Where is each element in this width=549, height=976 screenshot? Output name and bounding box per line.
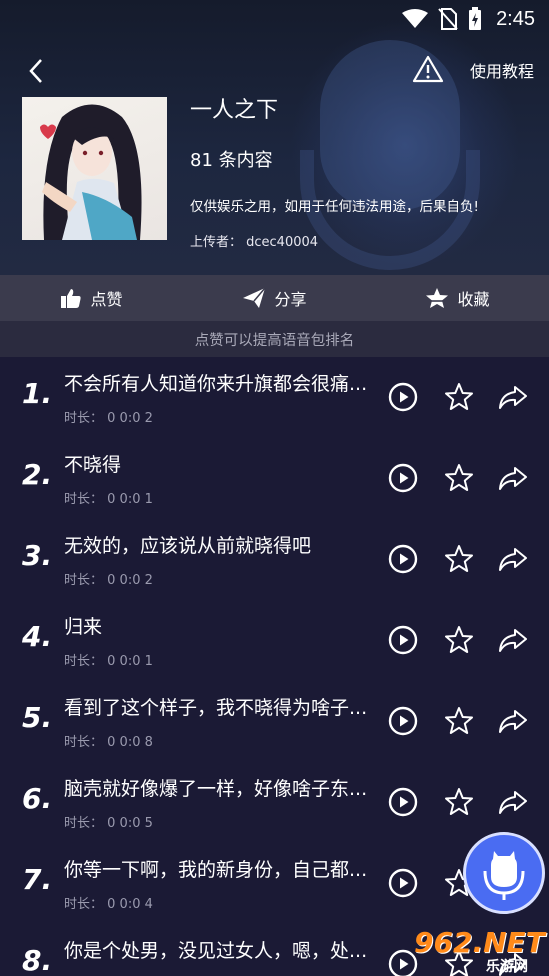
collect-label: 收藏 xyxy=(457,290,490,309)
cover-illustration xyxy=(40,104,142,240)
item-number: 3. xyxy=(22,539,53,572)
pack-title: 一人之下 xyxy=(190,98,279,123)
top-bar: 使用教程 xyxy=(0,48,549,92)
share-arrow-icon[interactable] xyxy=(497,382,529,412)
clock: 2:45 xyxy=(496,7,535,30)
duration-label: 时长： xyxy=(64,654,104,669)
favorite-star-icon[interactable] xyxy=(444,463,474,493)
pack-count: 81 条内容 xyxy=(190,150,273,171)
item-title: 你是个处男，没见过女人，嗯，处... xyxy=(64,940,368,962)
tutorial-link[interactable]: 使用教程 xyxy=(470,58,534,82)
voice-item[interactable]: 4. 归来 时长： 0 0:0 1 xyxy=(0,600,549,681)
item-duration: 时长： 0 0:0 4 xyxy=(64,893,153,912)
favorite-star-icon[interactable] xyxy=(444,706,474,736)
item-title: 你等一下啊，我的新身份，自己都... xyxy=(64,859,368,881)
play-icon[interactable] xyxy=(388,868,418,898)
microphone-icon xyxy=(483,851,525,900)
collect-button[interactable]: 收藏 xyxy=(366,275,549,321)
item-title: 脑壳就好像爆了一样，好像啥子东... xyxy=(64,778,368,800)
voice-pack-cover xyxy=(22,97,167,240)
ranking-hint: 点赞可以提高语音包排名 xyxy=(0,321,549,357)
duration-value: 0 0:0 8 xyxy=(107,735,153,750)
favorite-star-icon[interactable] xyxy=(444,544,474,574)
item-duration: 时长： 0 0:0 5 xyxy=(64,812,153,831)
like-button[interactable]: 点赞 xyxy=(0,275,183,321)
item-title: 不晓得 xyxy=(64,454,122,476)
share-arrow-icon[interactable] xyxy=(497,706,529,736)
like-label: 点赞 xyxy=(90,290,123,309)
play-icon[interactable] xyxy=(388,544,418,574)
item-duration: 时长： 0 0:0 1 xyxy=(64,650,153,669)
duration-value: 0 0:0 4 xyxy=(107,897,153,912)
item-number: 6. xyxy=(22,782,53,815)
duration-value: 0 0:0 1 xyxy=(107,654,153,669)
duration-label: 时长： xyxy=(64,735,104,750)
item-number: 5. xyxy=(22,701,53,734)
wifi-icon xyxy=(402,9,429,28)
share-arrow-icon[interactable] xyxy=(497,544,529,574)
duration-label: 时长： xyxy=(64,897,104,912)
voice-item[interactable]: 6. 脑壳就好像爆了一样，好像啥子东... 时长： 0 0:0 5 xyxy=(0,762,549,843)
share-arrow-icon[interactable] xyxy=(497,463,529,493)
duration-label: 时长： xyxy=(64,492,104,507)
item-duration: 时长： 0 0:0 1 xyxy=(64,488,153,507)
item-number: 2. xyxy=(22,458,53,491)
duration-value: 0 0:0 2 xyxy=(107,573,153,588)
share-arrow-icon[interactable] xyxy=(497,787,529,817)
site-watermark: 962.NET 乐游网 xyxy=(410,926,549,976)
watermark-sub: 乐游网 xyxy=(486,959,528,975)
share-arrow-icon[interactable] xyxy=(497,625,529,655)
duration-label: 时长： xyxy=(64,573,104,588)
item-number: 7. xyxy=(22,863,53,896)
pack-disclaimer: 仅供娱乐之用，如用于任何违法用途，后果自负! xyxy=(190,199,479,215)
thumbs-up-icon xyxy=(61,289,82,308)
back-arrow-icon[interactable] xyxy=(22,56,52,86)
favorite-star-icon[interactable] xyxy=(444,787,474,817)
item-title: 看到了这个样子，我不晓得为啥子... xyxy=(64,697,368,719)
play-icon[interactable] xyxy=(388,787,418,817)
duration-value: 0 0:0 1 xyxy=(107,492,153,507)
item-title: 无效的，应该说从前就晓得吧 xyxy=(64,535,312,557)
voice-item[interactable]: 2. 不晓得 时长： 0 0:0 1 xyxy=(0,438,549,519)
item-duration: 时长： 0 0:0 2 xyxy=(64,407,153,426)
voice-item[interactable]: 3. 无效的，应该说从前就晓得吧 时长： 0 0:0 2 xyxy=(0,519,549,600)
play-icon[interactable] xyxy=(388,706,418,736)
status-bar: 2:45 xyxy=(0,0,549,38)
action-bar: 点赞 分享 收藏 xyxy=(0,275,549,321)
battery-charging-icon xyxy=(469,7,482,30)
favorite-star-icon[interactable] xyxy=(444,382,474,412)
item-number: 1. xyxy=(22,377,53,410)
duration-label: 时长： xyxy=(64,816,104,831)
item-duration: 时长： 0 0:0 8 xyxy=(64,731,153,750)
favorite-star-icon[interactable] xyxy=(444,625,474,655)
star-icon xyxy=(426,288,449,308)
warning-icon[interactable] xyxy=(412,54,444,84)
share-button[interactable]: 分享 xyxy=(183,275,366,321)
duration-value: 0 0:0 2 xyxy=(107,411,153,426)
play-icon[interactable] xyxy=(388,463,418,493)
item-title: 不会所有人知道你来升旗都会很痛... xyxy=(64,373,368,395)
no-sim-icon xyxy=(438,8,458,30)
send-icon xyxy=(243,287,267,308)
pack-uploader: 上传者： dcec40004 xyxy=(190,235,319,250)
item-duration: 时长： 0 0:0 2 xyxy=(64,569,153,588)
play-icon[interactable] xyxy=(388,382,418,412)
watermark-brand: 962.NET xyxy=(414,926,545,959)
duration-label: 时长： xyxy=(64,411,104,426)
item-number: 4. xyxy=(22,620,53,653)
item-title: 归来 xyxy=(64,616,103,638)
duration-value: 0 0:0 5 xyxy=(107,816,153,831)
voice-item[interactable]: 1. 不会所有人知道你来升旗都会很痛... 时长： 0 0:0 2 xyxy=(0,357,549,438)
play-icon[interactable] xyxy=(388,625,418,655)
share-label: 分享 xyxy=(274,290,307,309)
record-voice-button[interactable] xyxy=(463,832,545,914)
voice-item[interactable]: 5. 看到了这个样子，我不晓得为啥子... 时长： 0 0:0 8 xyxy=(0,681,549,762)
item-number: 8. xyxy=(22,944,53,976)
